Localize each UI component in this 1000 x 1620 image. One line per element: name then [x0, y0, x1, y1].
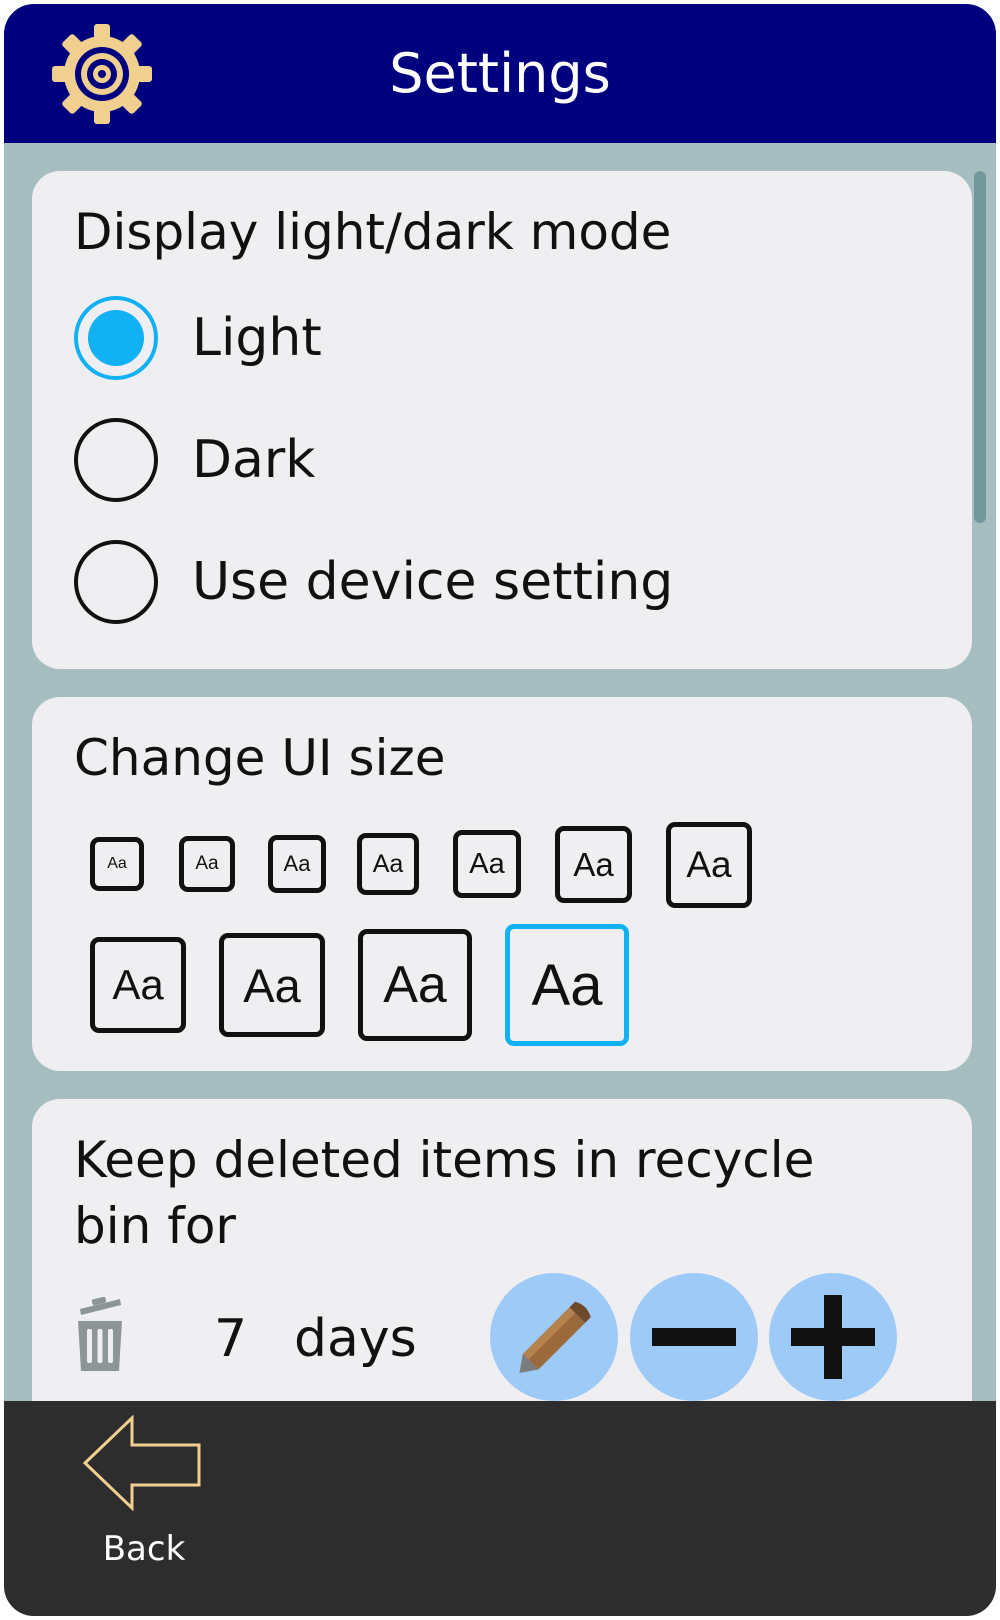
plus-icon: [791, 1295, 875, 1379]
ui-size-sample: Aa: [195, 853, 219, 874]
ui-size-sample: Aa: [243, 958, 301, 1012]
radio-button-light[interactable]: [74, 296, 158, 380]
radio-button-device[interactable]: [74, 540, 158, 624]
back-label: Back: [102, 1529, 186, 1569]
ui-size-option-5[interactable]: Aa: [453, 830, 521, 898]
radio-option-light[interactable]: Light: [74, 296, 774, 386]
ui-size-option-11[interactable]: Aa: [505, 924, 629, 1046]
recycle-bin-title: Keep deleted items in recycle bin for: [74, 1131, 815, 1255]
radio-label-device: Use device setting: [192, 552, 674, 612]
ui-size-option-1[interactable]: Aa: [90, 837, 144, 891]
ui-size-option-10[interactable]: Aa: [358, 929, 472, 1041]
ui-size-sample: Aa: [686, 844, 732, 885]
settings-scroll-area[interactable]: Display light/dark mode Light Dark Use d…: [4, 143, 996, 1451]
ui-size-option-2[interactable]: Aa: [179, 836, 235, 892]
ui-size-sample: Aa: [531, 952, 603, 1018]
theme-mode-card: Display light/dark mode Light Dark Use d…: [32, 171, 972, 669]
header-bar: Settings: [4, 4, 996, 143]
ui-size-option-9[interactable]: Aa: [219, 933, 325, 1037]
radio-option-device[interactable]: Use device setting: [74, 540, 774, 630]
back-button[interactable]: Back: [74, 1415, 204, 1569]
radio-label-dark: Dark: [192, 430, 316, 490]
ui-size-option-4[interactable]: Aa: [357, 833, 419, 895]
ui-size-title: Change UI size: [74, 729, 446, 787]
arrow-left-icon: [82, 1415, 201, 1511]
pencil-icon: [519, 1301, 591, 1374]
theme-mode-title: Display light/dark mode: [74, 203, 672, 261]
recycle-bin-card: Keep deleted items in recycle bin for 7 …: [32, 1099, 972, 1451]
ui-size-sample: Aa: [573, 845, 614, 883]
ui-size-sample: Aa: [372, 849, 404, 878]
ui-size-sample: Aa: [383, 956, 447, 1014]
radio-label-light: Light: [192, 308, 322, 368]
bottom-navigation-bar: Back: [4, 1401, 996, 1616]
ui-size-option-3[interactable]: Aa: [268, 835, 326, 893]
ui-size-option-6[interactable]: Aa: [555, 826, 632, 903]
ui-size-option-8[interactable]: Aa: [90, 937, 186, 1033]
settings-screen: Settings Display light/dark mode Light D…: [4, 4, 996, 1616]
ui-size-card: Change UI size Aa Aa Aa Aa Aa Aa Aa Aa A…: [32, 697, 972, 1071]
radio-option-dark[interactable]: Dark: [74, 418, 774, 508]
ui-size-sample: Aa: [107, 855, 127, 872]
trash-icon: [78, 1297, 122, 1371]
ui-size-sample: Aa: [283, 851, 311, 876]
decrease-days-button[interactable]: [630, 1273, 758, 1401]
radio-button-dark[interactable]: [74, 418, 158, 502]
minus-icon: [652, 1328, 736, 1346]
ui-size-sample: Aa: [469, 847, 505, 880]
page-title: Settings: [389, 42, 611, 105]
increase-days-button[interactable]: [769, 1273, 897, 1401]
retention-days-unit: days: [294, 1309, 417, 1369]
edit-days-button[interactable]: [490, 1273, 618, 1401]
ui-size-option-7[interactable]: Aa: [666, 822, 752, 908]
scrollbar-thumb[interactable]: [974, 171, 986, 523]
ui-size-sample: Aa: [112, 961, 164, 1008]
retention-days-value: 7: [214, 1309, 248, 1369]
